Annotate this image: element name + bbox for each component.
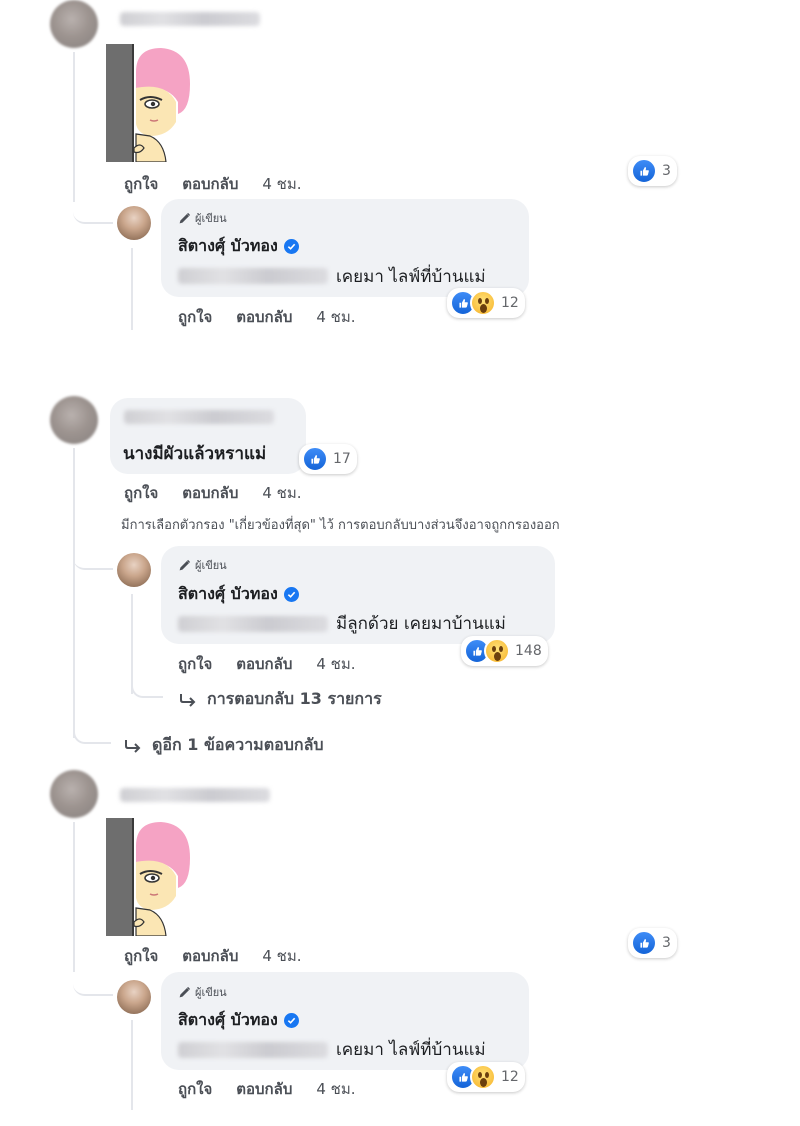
reply-time[interactable]: 4 ชม.: [316, 652, 355, 676]
author-avatar[interactable]: [117, 206, 151, 240]
author-badge-label: ผู้เขียน: [195, 559, 227, 572]
reply-action[interactable]: ตอบกลับ: [236, 305, 292, 329]
thread-connector: [131, 674, 163, 698]
author-badge-label: ผู้เขียน: [195, 212, 227, 225]
thread-connector: [73, 536, 113, 570]
reaction-count: 12: [501, 295, 519, 311]
author-badge: ผู้เขียน: [178, 209, 227, 227]
thread-connector: [73, 716, 111, 744]
reaction-summary[interactable]: 3: [628, 156, 677, 186]
verified-badge-icon: [283, 587, 299, 602]
like-action[interactable]: ถูกใจ: [124, 172, 158, 196]
thread-connector: [73, 962, 113, 996]
verified-badge-icon: [283, 1013, 299, 1028]
like-reaction-icon: [302, 446, 328, 472]
commenter-avatar[interactable]: [50, 0, 98, 48]
like-action[interactable]: ถูกใจ: [178, 652, 212, 676]
author-badge-label: ผู้เขียน: [195, 986, 227, 999]
reaction-count: 12: [501, 1069, 519, 1085]
author-badge: ผู้เขียน: [178, 556, 227, 574]
commenter-name-blurred[interactable]: [124, 410, 274, 424]
reply-action[interactable]: ตอบกลับ: [182, 944, 238, 968]
thread-line: [131, 248, 133, 330]
comment-time[interactable]: 4 ชม.: [262, 481, 301, 505]
reaction-count: 3: [662, 163, 671, 179]
author-avatar[interactable]: [117, 980, 151, 1014]
reply-author-name[interactable]: สิตางศุ์ บัวทอง: [178, 1008, 299, 1033]
view-replies-label[interactable]: การตอบกลับ 13 รายการ: [207, 687, 382, 712]
reply-text: เคยมา ไลฟ์ที่บ้านแม่: [336, 267, 486, 287]
author-name-text[interactable]: สิตางศุ์ บัวทอง: [178, 234, 278, 259]
wow-reaction-icon: [470, 290, 496, 316]
comment-actions: ถูกใจ ตอบกลับ 4 ชม.: [124, 944, 302, 968]
reply-reaction-summary[interactable]: 12: [447, 1062, 525, 1092]
verified-badge-icon: [283, 239, 299, 254]
thread-line: [73, 822, 75, 972]
commenter-name-blurred[interactable]: [120, 788, 270, 802]
commenter-avatar[interactable]: [50, 396, 98, 444]
author-name-text[interactable]: สิตางศุ์ บัวทอง: [178, 582, 278, 607]
reply-arrow-icon: [124, 739, 142, 753]
author-avatar[interactable]: [117, 553, 151, 587]
thread-line: [73, 448, 75, 738]
reply-time[interactable]: 4 ชม.: [316, 1077, 355, 1101]
like-action[interactable]: ถูกใจ: [124, 944, 158, 968]
comment-actions: ถูกใจ ตอบกลับ 4 ชม.: [124, 172, 302, 196]
reply-author-name[interactable]: สิตางศุ์ บัวทอง: [178, 582, 299, 607]
thread-connector: [73, 190, 113, 224]
comment-actions: ถูกใจ ตอบกลับ 4 ชม.: [124, 481, 302, 505]
tagged-name-blurred[interactable]: [178, 268, 328, 284]
commenter-name-blurred[interactable]: [120, 12, 260, 26]
reply-actions: ถูกใจ ตอบกลับ 4 ชม.: [178, 652, 356, 676]
comment-time[interactable]: 4 ชม.: [262, 944, 301, 968]
reaction-count: 148: [515, 643, 542, 659]
reply-action[interactable]: ตอบกลับ: [236, 1077, 292, 1101]
like-reaction-icon: [631, 930, 657, 956]
thread-line: [73, 52, 75, 202]
author-name-text[interactable]: สิตางศุ์ บัวทอง: [178, 1008, 278, 1033]
commenter-avatar[interactable]: [50, 770, 98, 818]
reply-reaction-summary[interactable]: 12: [447, 288, 525, 318]
reply-reaction-summary[interactable]: 148: [461, 636, 548, 666]
sticker-peeking-girl: [106, 44, 196, 162]
tagged-name-blurred[interactable]: [178, 1042, 328, 1058]
reply-arrow-icon: [179, 693, 197, 707]
reply-time[interactable]: 4 ชม.: [316, 305, 355, 329]
like-reaction-icon: [631, 158, 657, 184]
author-badge: ผู้เขียน: [178, 983, 227, 1001]
sticker-peeking-girl: [106, 818, 196, 936]
tagged-name-blurred[interactable]: [178, 616, 328, 632]
see-more-replies-link[interactable]: ดูอีก 1 ข้อความตอบกลับ: [124, 733, 324, 758]
view-replies-link[interactable]: การตอบกลับ 13 รายการ: [179, 687, 382, 712]
pencil-icon: [178, 986, 191, 999]
like-action[interactable]: ถูกใจ: [178, 305, 212, 329]
reply-actions: ถูกใจ ตอบกลับ 4 ชม.: [178, 305, 356, 329]
see-more-label[interactable]: ดูอีก 1 ข้อความตอบกลับ: [152, 733, 324, 758]
wow-reaction-icon: [470, 1064, 496, 1090]
reply-action[interactable]: ตอบกลับ: [236, 652, 292, 676]
reply-author-name[interactable]: สิตางศุ์ บัวทอง: [178, 234, 299, 259]
comment-text: นางมีผัวแล้วหราแม่: [123, 444, 267, 464]
reply-text: เคยมา ไลฟ์ที่บ้านแม่: [336, 1040, 486, 1060]
reply-action[interactable]: ตอบกลับ: [182, 481, 238, 505]
wow-reaction-icon: [484, 638, 510, 664]
pencil-icon: [178, 212, 191, 225]
reply-actions: ถูกใจ ตอบกลับ 4 ชม.: [178, 1077, 356, 1101]
reaction-summary[interactable]: 3: [628, 928, 677, 958]
reaction-count: 3: [662, 935, 671, 951]
filter-notice: มีการเลือกตัวกรอง "เกี่ยวข้องที่สุด" ไว้…: [121, 518, 560, 533]
reaction-count: 17: [333, 451, 351, 467]
pencil-icon: [178, 559, 191, 572]
comment-time[interactable]: 4 ชม.: [262, 172, 301, 196]
reply-text: มีลูกด้วย เคยมาบ้านแม่: [336, 614, 506, 634]
reaction-summary[interactable]: 17: [299, 444, 357, 474]
like-action[interactable]: ถูกใจ: [178, 1077, 212, 1101]
reply-action[interactable]: ตอบกลับ: [182, 172, 238, 196]
like-action[interactable]: ถูกใจ: [124, 481, 158, 505]
thread-line: [131, 1020, 133, 1110]
